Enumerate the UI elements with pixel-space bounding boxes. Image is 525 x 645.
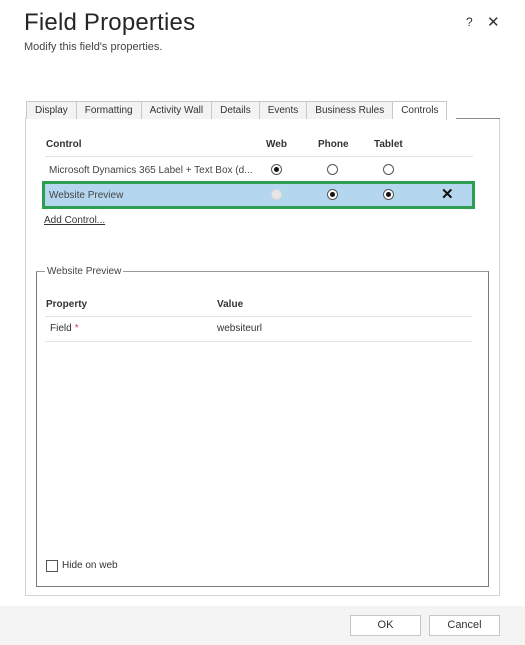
- group-legend: Website Preview: [45, 266, 124, 277]
- column-header-control: Control: [46, 139, 82, 150]
- cancel-button[interactable]: Cancel: [429, 615, 500, 636]
- ok-button[interactable]: OK: [350, 615, 421, 636]
- web-radio[interactable]: [271, 164, 282, 175]
- required-marker: *: [74, 323, 79, 334]
- help-icon[interactable]: ?: [466, 15, 473, 29]
- column-header-tablet: Tablet: [374, 139, 403, 150]
- tab-panel-top-border: [456, 118, 500, 119]
- row-divider: [45, 341, 472, 342]
- close-icon[interactable]: ✕: [487, 13, 500, 31]
- column-header-web: Web: [266, 139, 287, 150]
- property-value[interactable]: websiteurl: [217, 323, 262, 334]
- control-name: Microsoft Dynamics 365 Label + Text Box …: [49, 165, 253, 176]
- property-name: Field *: [50, 323, 79, 334]
- web-radio: [271, 189, 282, 200]
- tab-bar: Display Formatting Activity Wall Details…: [26, 101, 448, 120]
- hide-on-web-label: Hide on web: [62, 560, 118, 571]
- hide-on-web-checkbox[interactable]: [46, 560, 58, 572]
- header-divider: [45, 316, 472, 317]
- header-divider: [45, 156, 473, 157]
- dialog-title: Field Properties: [24, 9, 196, 36]
- control-properties-group: [36, 271, 489, 587]
- tab-business-rules[interactable]: Business Rules: [307, 101, 394, 119]
- tab-details[interactable]: Details: [212, 101, 260, 119]
- column-header-value: Value: [217, 299, 244, 310]
- tablet-radio[interactable]: [383, 189, 394, 200]
- phone-radio[interactable]: [327, 164, 338, 175]
- tab-display[interactable]: Display: [26, 101, 77, 119]
- tab-formatting[interactable]: Formatting: [76, 101, 142, 119]
- property-label: Field: [50, 323, 72, 334]
- tab-controls[interactable]: Controls: [393, 101, 448, 120]
- tab-activity-wall[interactable]: Activity Wall: [141, 101, 213, 119]
- control-name: Website Preview: [49, 190, 124, 201]
- remove-control-icon[interactable]: ✕: [441, 185, 454, 203]
- add-control-link[interactable]: Add Control...: [44, 215, 105, 226]
- tablet-radio[interactable]: [383, 164, 394, 175]
- column-header-property: Property: [46, 299, 88, 310]
- phone-radio[interactable]: [327, 189, 338, 200]
- tab-events[interactable]: Events: [259, 101, 308, 119]
- dialog-subtitle: Modify this field's properties.: [24, 41, 163, 53]
- column-header-phone: Phone: [318, 139, 349, 150]
